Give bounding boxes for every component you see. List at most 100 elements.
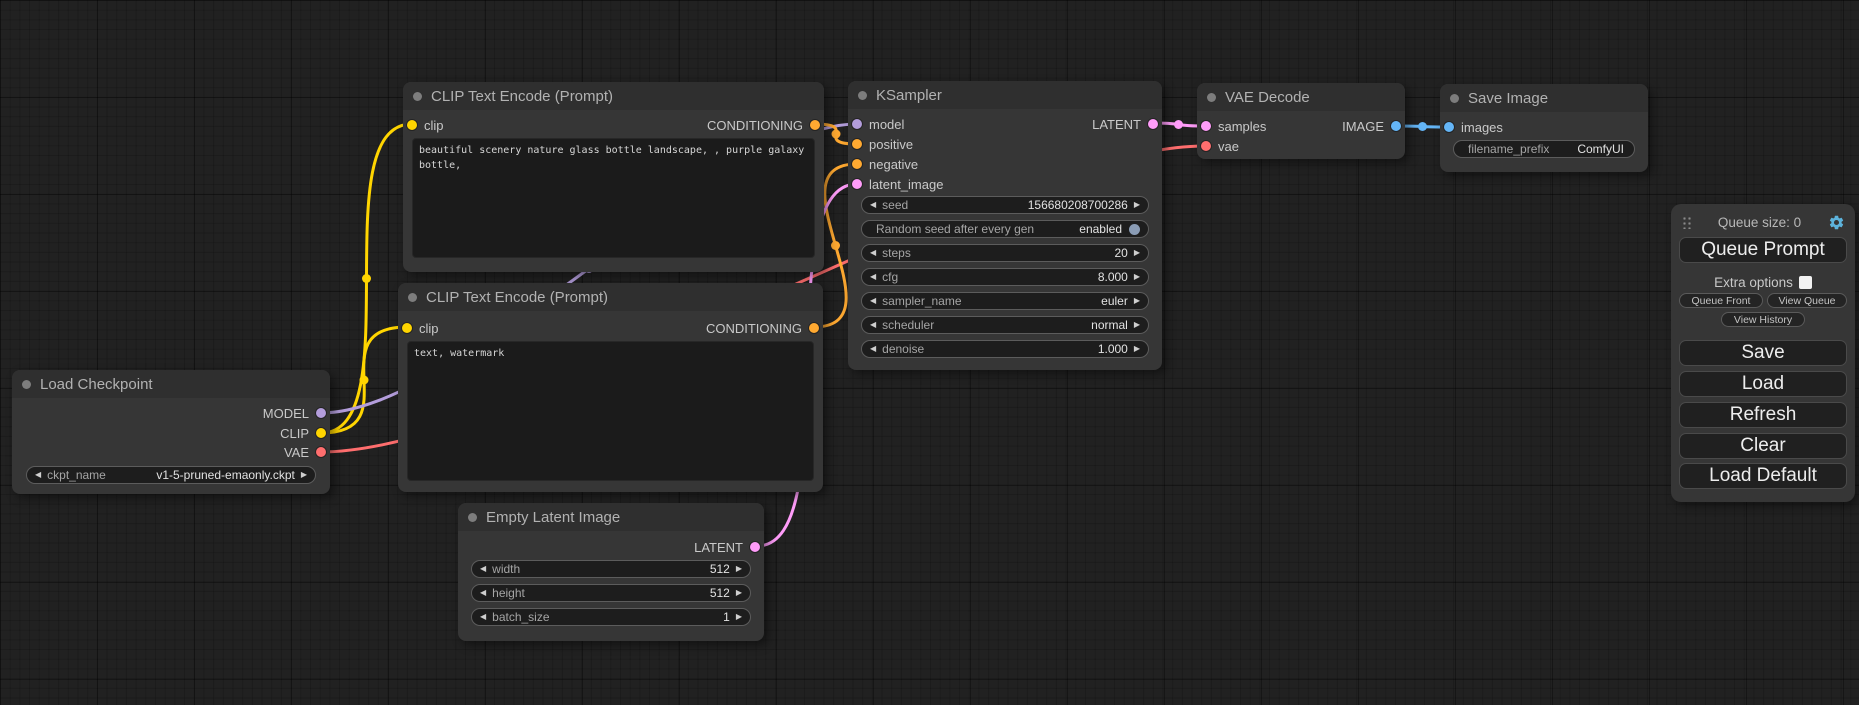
node-title: Save Image	[1468, 90, 1548, 107]
clip-output-pin[interactable]	[316, 428, 326, 438]
model-output-pin[interactable]	[316, 408, 326, 418]
increment-arrow-icon[interactable]: ▶	[736, 613, 742, 621]
denoise-widget[interactable]: ◀ denoise 1.000 ▶	[861, 340, 1149, 358]
random-seed-widget[interactable]: Random seed after every gen enabled	[861, 220, 1149, 238]
input-label: latent_image	[869, 177, 943, 192]
width-widget[interactable]: ◀ width 512 ▶	[471, 560, 751, 578]
widget-value: 512	[710, 562, 736, 576]
node-title-bar: Load Checkpoint	[12, 370, 330, 398]
collapse-dot-icon[interactable]	[858, 91, 867, 100]
extra-options-label: Extra options	[1714, 275, 1793, 290]
save-button[interactable]: Save	[1679, 340, 1847, 366]
decrement-arrow-icon[interactable]: ◀	[480, 613, 486, 621]
collapse-dot-icon[interactable]	[1207, 93, 1216, 102]
vae-output-pin[interactable]	[316, 447, 326, 457]
load-button[interactable]: Load	[1679, 371, 1847, 397]
output-label: MODEL	[263, 406, 309, 421]
widget-value: v1-5-pruned-emaonly.ckpt	[156, 468, 301, 482]
settings-gear-icon[interactable]	[1828, 214, 1845, 231]
decrement-arrow-icon[interactable]: ◀	[870, 345, 876, 353]
steps-widget[interactable]: ◀ steps 20 ▶	[861, 244, 1149, 262]
vae-input-pin[interactable]	[1201, 141, 1211, 151]
input-label: samples	[1218, 119, 1266, 134]
node-title: VAE Decode	[1225, 89, 1310, 106]
decrement-arrow-icon[interactable]: ◀	[870, 297, 876, 305]
images-input-pin[interactable]	[1444, 122, 1454, 132]
increment-arrow-icon[interactable]: ▶	[1134, 273, 1140, 281]
cfg-widget[interactable]: ◀ cfg 8.000 ▶	[861, 268, 1149, 286]
widget-label: width	[492, 562, 520, 576]
model-input-pin[interactable]	[852, 119, 862, 129]
negative-input-pin[interactable]	[852, 159, 862, 169]
node-title: Load Checkpoint	[40, 376, 153, 393]
widget-value: 156680208700286	[1028, 198, 1134, 212]
input-label: images	[1461, 120, 1503, 135]
node-ksampler[interactable]: KSampler model positive negative latent_…	[848, 81, 1162, 370]
decrement-arrow-icon[interactable]: ◀	[870, 249, 876, 257]
prompt-textarea[interactable]: beautiful scenery nature glass bottle la…	[412, 138, 815, 258]
decrement-arrow-icon[interactable]: ◀	[480, 589, 486, 597]
widget-label: filename_prefix	[1468, 142, 1549, 156]
drag-handle-icon[interactable]	[1681, 215, 1691, 229]
clip-input-pin[interactable]	[402, 323, 412, 333]
load-default-button[interactable]: Load Default	[1679, 463, 1847, 489]
scheduler-widget[interactable]: ◀ scheduler normal ▶	[861, 316, 1149, 334]
collapse-dot-icon[interactable]	[22, 380, 31, 389]
node-load-checkpoint[interactable]: Load Checkpoint MODEL CLIP VAE ◀ ckpt_na…	[12, 370, 330, 494]
batch-size-widget[interactable]: ◀ batch_size 1 ▶	[471, 608, 751, 626]
node-save-image[interactable]: Save Image images filename_prefix ComfyU…	[1440, 84, 1648, 172]
clear-button[interactable]: Clear	[1679, 433, 1847, 459]
increment-arrow-icon[interactable]: ▶	[1134, 249, 1140, 257]
node-vae-decode[interactable]: VAE Decode samples vae IMAGE	[1197, 83, 1405, 159]
sampler-name-widget[interactable]: ◀ sampler_name euler ▶	[861, 292, 1149, 310]
widget-label: scheduler	[882, 318, 934, 332]
output-label: LATENT	[1092, 117, 1141, 132]
node-clip-text-encode-negative[interactable]: CLIP Text Encode (Prompt) clip CONDITION…	[398, 283, 823, 492]
decrement-arrow-icon[interactable]: ◀	[870, 273, 876, 281]
decrement-arrow-icon[interactable]: ◀	[870, 201, 876, 209]
latent-output-pin[interactable]	[750, 542, 760, 552]
collapse-dot-icon[interactable]	[413, 92, 422, 101]
decrement-arrow-icon[interactable]: ◀	[480, 565, 486, 573]
positive-input-pin[interactable]	[852, 139, 862, 149]
prompt-textarea[interactable]: text, watermark	[407, 341, 814, 481]
view-history-button[interactable]: View History	[1721, 312, 1805, 327]
conditioning-output-pin[interactable]	[809, 323, 819, 333]
increment-arrow-icon[interactable]: ▶	[1134, 201, 1140, 209]
increment-arrow-icon[interactable]: ▶	[1134, 345, 1140, 353]
increment-arrow-icon[interactable]: ▶	[736, 565, 742, 573]
input-label: positive	[869, 137, 913, 152]
ckpt-name-widget[interactable]: ◀ ckpt_name v1-5-pruned-emaonly.ckpt ▶	[26, 466, 316, 484]
toggle-icon[interactable]	[1129, 224, 1140, 235]
increment-arrow-icon[interactable]: ▶	[1134, 297, 1140, 305]
node-empty-latent-image[interactable]: Empty Latent Image LATENT ◀ width 512 ▶ …	[458, 503, 764, 641]
queue-front-button[interactable]: Queue Front	[1679, 293, 1763, 308]
collapse-dot-icon[interactable]	[1450, 94, 1459, 103]
node-clip-text-encode-positive[interactable]: CLIP Text Encode (Prompt) clip CONDITION…	[403, 82, 824, 272]
collapse-dot-icon[interactable]	[408, 293, 417, 302]
widget-value: 1.000	[1098, 342, 1134, 356]
collapse-dot-icon[interactable]	[468, 513, 477, 522]
latent-output-pin[interactable]	[1148, 119, 1158, 129]
conditioning-output-pin[interactable]	[810, 120, 820, 130]
queue-prompt-button[interactable]: Queue Prompt	[1679, 237, 1847, 263]
latent-image-input-pin[interactable]	[852, 179, 862, 189]
clip-input-pin[interactable]	[407, 120, 417, 130]
widget-label: cfg	[882, 270, 898, 284]
view-queue-button[interactable]: View Queue	[1767, 293, 1847, 308]
seed-widget[interactable]: ◀ seed 156680208700286 ▶	[861, 196, 1149, 214]
widget-label: denoise	[882, 342, 924, 356]
extra-options-checkbox[interactable]	[1799, 276, 1812, 289]
refresh-button[interactable]: Refresh	[1679, 402, 1847, 428]
increment-arrow-icon[interactable]: ▶	[301, 471, 307, 479]
decrement-arrow-icon[interactable]: ◀	[35, 471, 41, 479]
comfyui-canvas[interactable]: { "colors": { "model": "#B39DDB", "clip"…	[0, 0, 1859, 705]
filename-prefix-widget[interactable]: filename_prefix ComfyUI	[1453, 140, 1635, 158]
height-widget[interactable]: ◀ height 512 ▶	[471, 584, 751, 602]
increment-arrow-icon[interactable]: ▶	[736, 589, 742, 597]
decrement-arrow-icon[interactable]: ◀	[870, 321, 876, 329]
samples-input-pin[interactable]	[1201, 121, 1211, 131]
image-output-pin[interactable]	[1391, 121, 1401, 131]
increment-arrow-icon[interactable]: ▶	[1134, 321, 1140, 329]
widget-value: 20	[1114, 246, 1133, 260]
